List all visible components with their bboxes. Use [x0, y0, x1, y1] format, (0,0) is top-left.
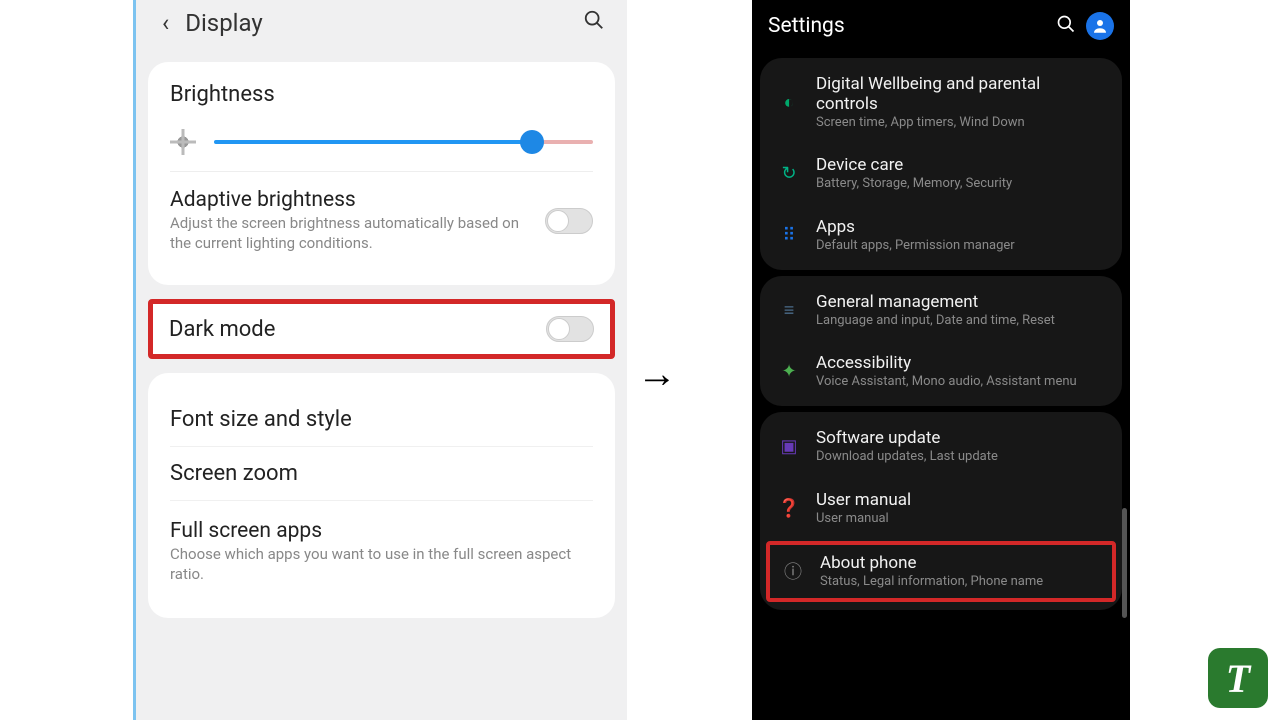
page-title: Settings: [768, 14, 1046, 38]
brightness-slider[interactable]: [214, 140, 593, 144]
sidebar-item-device-care[interactable]: ↻ Device care Battery, Storage, Memory, …: [760, 143, 1122, 204]
sidebar-item-about-phone[interactable]: ⓘ About phone Status, Legal information,…: [770, 545, 1112, 598]
dark-mode-card: Dark mode: [148, 299, 615, 359]
settings-screen-dark: Settings ◐ Digital Wellbeing and parenta…: [752, 0, 1130, 720]
header: Settings: [752, 0, 1130, 52]
about-phone-highlight: ⓘ About phone Status, Legal information,…: [766, 541, 1116, 602]
sidebar-item-general-management[interactable]: ≡ General management Language and input,…: [760, 280, 1122, 341]
brightness-card: Brightness Adaptive brightness Adjust th…: [148, 62, 615, 285]
brightness-icon: [170, 129, 196, 155]
screen-zoom-row[interactable]: Screen zoom: [170, 446, 593, 500]
brightness-slider-thumb[interactable]: [520, 130, 544, 154]
sidebar-item-accessibility[interactable]: ✦ Accessibility Voice Assistant, Mono au…: [760, 341, 1122, 402]
brightness-slider-row: [170, 123, 593, 163]
font-size-row[interactable]: Font size and style: [170, 393, 593, 446]
header: ‹ Display: [136, 0, 627, 48]
software-update-icon: ▣: [776, 434, 802, 460]
display-settings-screen: ‹ Display Brightness Adaptive brightness…: [133, 0, 627, 720]
user-manual-icon: ❓: [776, 495, 802, 521]
dark-mode-row[interactable]: Dark mode: [148, 299, 615, 359]
brightness-label: Brightness: [170, 82, 593, 107]
adaptive-brightness-row[interactable]: Adaptive brightness Adjust the screen br…: [170, 171, 593, 265]
wellbeing-icon: ◐: [776, 90, 802, 116]
apps-icon: ⠿: [776, 222, 802, 248]
sidebar-item-software-update[interactable]: ▣ Software update Download updates, Last…: [760, 416, 1122, 477]
accessibility-icon: ✦: [776, 359, 802, 385]
watermark-logo: T: [1208, 648, 1268, 708]
about-phone-icon: ⓘ: [780, 558, 806, 584]
general-mgmt-icon: ≡: [776, 297, 802, 323]
arrow-icon: →: [637, 350, 677, 397]
settings-group-3: ▣ Software update Download updates, Last…: [760, 412, 1122, 610]
adaptive-title: Adaptive brightness: [170, 188, 533, 212]
dark-mode-title: Dark mode: [169, 317, 546, 342]
back-icon[interactable]: ‹: [154, 5, 177, 41]
settings-group-2: ≡ General management Language and input,…: [760, 276, 1122, 407]
adaptive-sub: Adjust the screen brightness automatical…: [170, 214, 533, 253]
adaptive-brightness-toggle[interactable]: [545, 208, 593, 234]
full-screen-apps-row[interactable]: Full screen apps Choose which apps you w…: [170, 500, 593, 598]
search-icon[interactable]: [579, 5, 609, 41]
sidebar-item-user-manual[interactable]: ❓ User manual User manual: [760, 478, 1122, 539]
profile-avatar[interactable]: [1086, 12, 1114, 40]
search-icon[interactable]: [1056, 14, 1076, 39]
scrollbar[interactable]: [1122, 508, 1127, 618]
page-title: Display: [185, 9, 579, 37]
dark-mode-toggle[interactable]: [546, 316, 594, 342]
device-care-icon: ↻: [776, 161, 802, 187]
settings-group-1: ◐ Digital Wellbeing and parental control…: [760, 58, 1122, 270]
sidebar-item-digital-wellbeing[interactable]: ◐ Digital Wellbeing and parental control…: [760, 62, 1122, 143]
sidebar-item-apps[interactable]: ⠿ Apps Default apps, Permission manager: [760, 205, 1122, 266]
font-card: Font size and style Screen zoom Full scr…: [148, 373, 615, 618]
